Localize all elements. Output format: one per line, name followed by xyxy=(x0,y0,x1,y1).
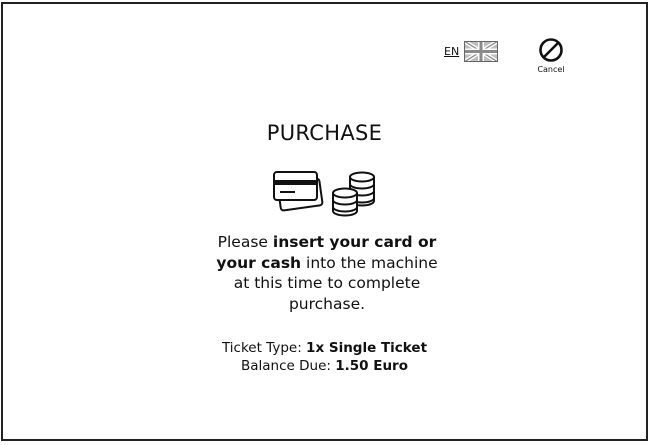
cancel-label: Cancel xyxy=(537,65,565,74)
cancel-button[interactable]: Cancel xyxy=(531,37,571,74)
no-entry-icon xyxy=(539,38,563,62)
language-selector[interactable]: EN xyxy=(444,41,499,62)
credit-card-icon xyxy=(273,171,324,212)
language-code[interactable]: EN xyxy=(444,45,459,58)
ticket-type-row: Ticket Type: 1x Single Ticket xyxy=(3,340,646,358)
page-title: PURCHASE xyxy=(266,121,383,145)
purchase-details: Ticket Type: 1x Single Ticket Balance Du… xyxy=(3,340,646,375)
ticket-type-label: Ticket Type: xyxy=(221,340,307,356)
coin-stack-icon xyxy=(332,171,375,217)
uk-flag-icon[interactable] xyxy=(464,41,499,62)
balance-due-label: Balance Due: xyxy=(240,357,336,374)
kiosk-screen: EN Cancel PURCHASE Please insert your ca… xyxy=(1,2,648,441)
instruction-text: Please insert your card or your cash int… xyxy=(216,233,438,313)
ticket-type-value: 1x Single Ticket xyxy=(306,340,428,356)
balance-due-value: 1.50 Euro xyxy=(335,357,408,374)
payment-icons xyxy=(273,171,375,217)
balance-due-row: Balance Due: 1.50 Euro xyxy=(3,358,646,376)
